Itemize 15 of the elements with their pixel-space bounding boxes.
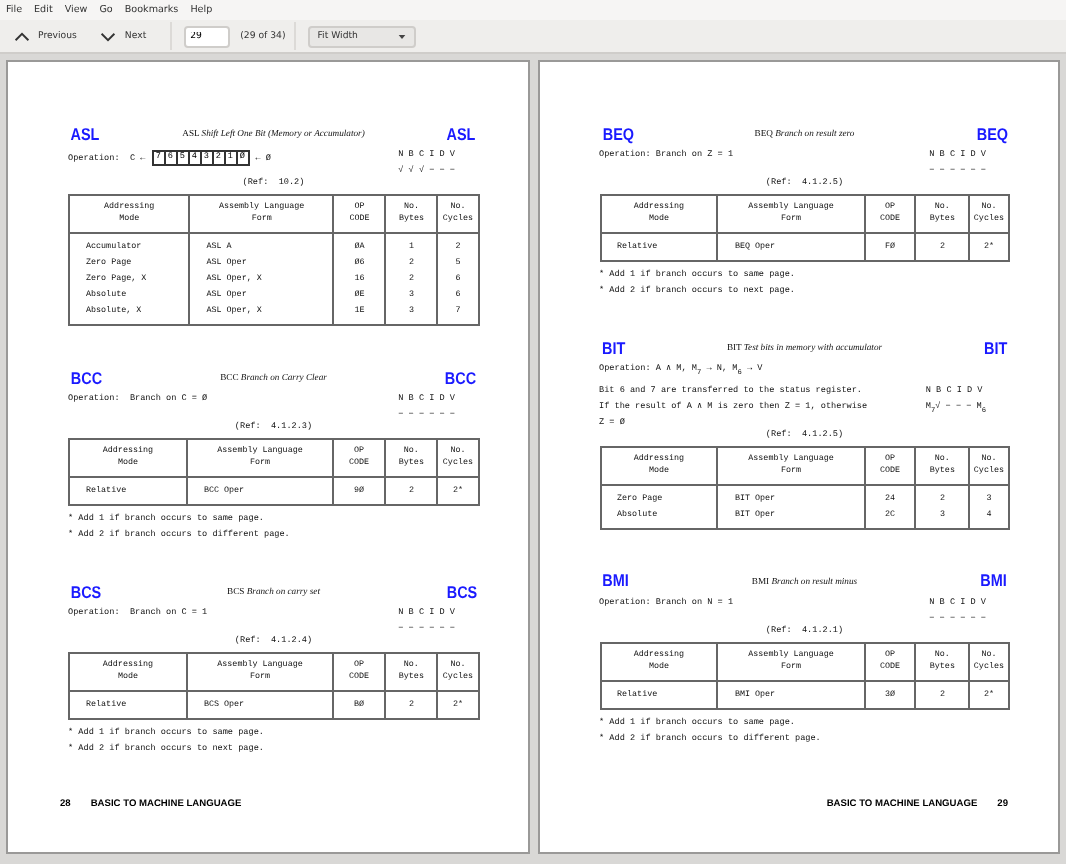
- dropdown-arrow-icon: [397, 33, 406, 39]
- chevron-up-icon: [14, 31, 30, 41]
- mnemonic-heading: BIT: [984, 337, 1008, 357]
- chevron-down-icon: [100, 31, 117, 41]
- mnemonic-heading: BMI: [981, 570, 1008, 591]
- mnemonic-heading: BEQ: [601, 123, 634, 143]
- mnemonic-heading: ASL: [70, 123, 100, 143]
- mnemonic-heading: BCS: [445, 581, 477, 601]
- mnemonic-heading: BMI: [601, 570, 628, 591]
- mnemonic-heading: BIT: [601, 337, 625, 357]
- mnemonic-heading: BCS: [70, 581, 102, 601]
- mnemonic-heading: BEQ: [975, 123, 1008, 143]
- mnemonic-heading: BCC: [444, 367, 477, 387]
- mnemonic-heading: ASL: [447, 123, 477, 143]
- mnemonic-heading: BCC: [70, 367, 103, 387]
